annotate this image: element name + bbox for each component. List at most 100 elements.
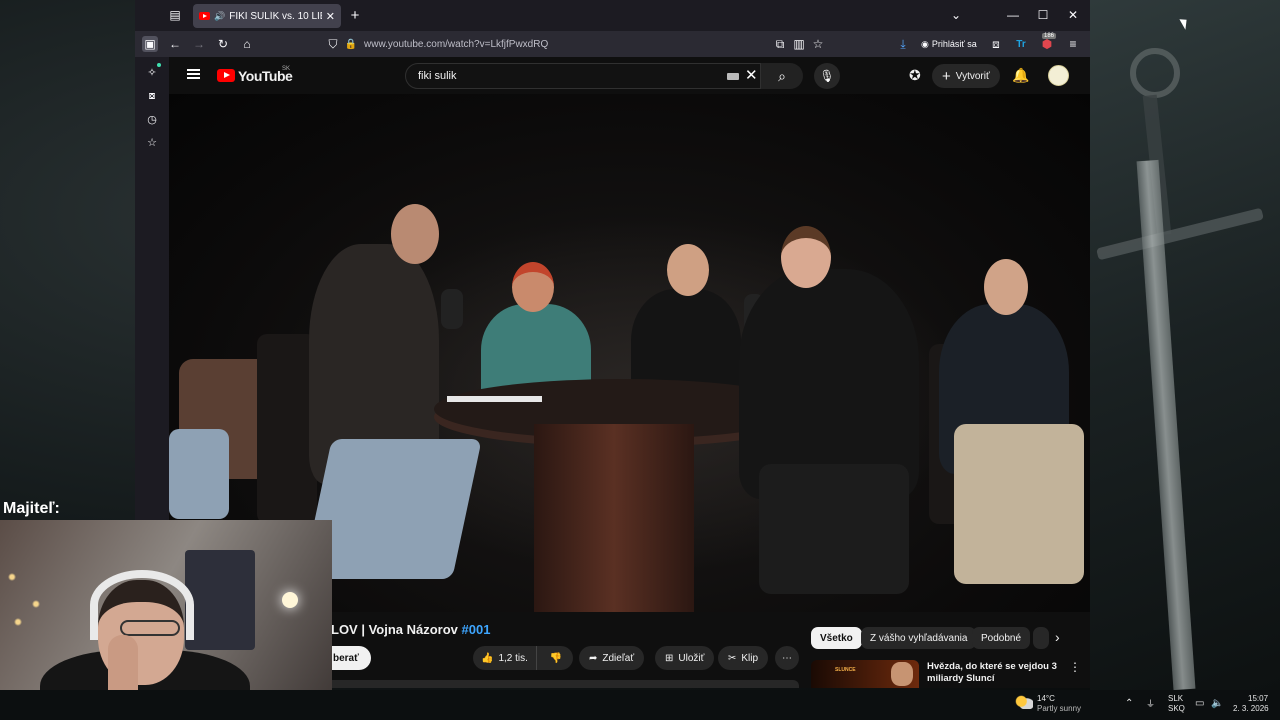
- search-button[interactable]: ⌕: [761, 63, 803, 89]
- guest-glasses-head: [667, 244, 709, 296]
- tab-title: FIKI SULÍK vs. 10 LIBERÁLOV: [229, 10, 322, 22]
- ai-sparkle-icon[interactable]: ✧: [145, 65, 159, 79]
- menu-icon[interactable]: ≡: [1065, 36, 1081, 52]
- new-tab-icon[interactable]: +: [347, 7, 363, 24]
- clock-time[interactable]: 15:07: [1248, 694, 1268, 704]
- search-icon: ⌕: [778, 67, 786, 84]
- network-icon[interactable]: ▭: [1195, 699, 1204, 709]
- guest-far-right-head: [984, 259, 1028, 315]
- like-dislike-group: 👍 1,2 tis. 👎: [473, 646, 573, 670]
- account-icon: ◉: [921, 38, 929, 49]
- clip-label: Klip: [741, 652, 759, 664]
- window-close-button[interactable]: ✕: [1058, 4, 1088, 26]
- chip-overflow[interactable]: [1033, 627, 1049, 649]
- share-button[interactable]: ➦ Zdieľať: [579, 646, 645, 670]
- bell-icon[interactable]: 🔔: [1012, 67, 1029, 84]
- speaker-icon[interactable]: 🔊: [214, 11, 225, 22]
- lang-top[interactable]: SLK: [1168, 694, 1183, 704]
- taskbar: 14°C Partly sunny ⌃ ⏚ SLK SKQ ▭ 🔈 15:07 …: [0, 690, 1280, 720]
- webcam-shelf: [185, 550, 255, 650]
- home-icon[interactable]: ⌂: [239, 36, 255, 52]
- minimize-button[interactable]: —: [998, 4, 1028, 26]
- save-label: Uložiť: [678, 652, 705, 664]
- save-button[interactable]: ⊞ Uložiť: [655, 646, 715, 670]
- url-text: www.youtube.com/watch?v=LkfjfPwxdRQ: [364, 38, 549, 50]
- chevron-right-icon[interactable]: ›: [1055, 629, 1060, 645]
- papers: [447, 396, 542, 402]
- forward-icon[interactable]: →: [191, 36, 207, 52]
- hype-icon[interactable]: ✪: [909, 67, 921, 84]
- guest-opponent-head: [781, 226, 831, 288]
- keyboard-icon[interactable]: [727, 73, 739, 80]
- chip-all-label: Všetko: [820, 632, 853, 644]
- tab-overview-icon[interactable]: ▤: [167, 7, 183, 23]
- subscribe-label: berať: [333, 652, 359, 664]
- recommendation-thumbnail: SLUNCE: [811, 660, 919, 688]
- microphone-left: [441, 289, 463, 329]
- create-label: Vytvoriť: [955, 70, 990, 82]
- video-hashtag[interactable]: #001: [462, 622, 491, 637]
- search-input[interactable]: fiki sulik: [405, 63, 761, 89]
- chip-from-search[interactable]: Z vášho vyhľadávania: [861, 627, 977, 649]
- tab-bar: ▤ 🔊 FIKI SULÍK vs. 10 LIBERÁLOV ✕ + ⌄ — …: [135, 0, 1090, 31]
- youtube-header: YouTube SK fiki sulik ✕ ⌕ 🎙 ✪ + Vytvoriť…: [169, 57, 1090, 94]
- maximize-button[interactable]: ☐: [1028, 4, 1058, 26]
- save-icon: ⊞: [665, 652, 674, 664]
- download-icon[interactable]: ⤓: [895, 36, 911, 52]
- region-code: SK: [282, 66, 291, 72]
- dislike-button[interactable]: 👎: [542, 653, 570, 664]
- sword-pommel: [1130, 48, 1180, 98]
- description-edge: [319, 680, 799, 688]
- history-icon[interactable]: ◷: [145, 112, 159, 126]
- mic-icon[interactable]: 🎙: [814, 63, 840, 89]
- active-tab[interactable]: 🔊 FIKI SULÍK vs. 10 LIBERÁLOV ✕: [193, 4, 341, 28]
- picture-in-picture-icon[interactable]: ⧉: [772, 36, 788, 52]
- guest-red-hair-head: [512, 262, 554, 312]
- owner-label: Majiteľ:: [3, 500, 60, 517]
- video-title: LOV | Vojna Názorov #001: [331, 622, 490, 637]
- clear-search-icon[interactable]: ✕: [745, 66, 758, 84]
- translate-extension-icon[interactable]: Tr: [1013, 36, 1029, 52]
- create-button[interactable]: + Vytvoriť: [932, 64, 1000, 88]
- sign-in-button[interactable]: ◉ Prihlásiť sa: [921, 36, 977, 52]
- sidebar-toggle-icon[interactable]: ▣: [142, 36, 158, 52]
- avatar[interactable]: [1048, 65, 1069, 86]
- back-icon[interactable]: ←: [167, 36, 183, 52]
- bookmarks-icon[interactable]: ☆: [145, 135, 159, 149]
- synced-tabs-icon[interactable]: ⧇: [145, 89, 159, 103]
- sign-in-label: Prihlásiť sa: [931, 39, 977, 49]
- extension-badge: 186: [1042, 33, 1057, 39]
- like-icon: 👍: [481, 652, 494, 664]
- mic-tray-icon[interactable]: ⏚: [1146, 699, 1155, 709]
- notification-dot: [157, 63, 161, 67]
- chip-related[interactable]: Podobné: [972, 627, 1031, 649]
- guest-opponent-legs: [759, 464, 909, 594]
- weather-icon[interactable]: [1015, 695, 1033, 709]
- list-all-tabs-chevron-icon[interactable]: ⌄: [941, 4, 971, 26]
- recommendation-item[interactable]: SLUNCE Hvězda, do které se vejdou 3 mili…: [811, 660, 1081, 688]
- close-icon[interactable]: ✕: [326, 10, 335, 23]
- clock-date[interactable]: 2. 3. 2026: [1233, 704, 1269, 714]
- host-head: [391, 204, 439, 264]
- recommendation-title: Hvězda, do které se vejdou 3 miliardy Sl…: [927, 661, 1057, 684]
- like-count: 1,2 tis.: [498, 652, 528, 664]
- chip-from-search-label: Z vášho vyhľadávania: [870, 632, 968, 644]
- reload-icon[interactable]: ↻: [215, 36, 231, 52]
- tray-overflow-chevron-icon[interactable]: ⌃: [1125, 699, 1133, 709]
- recommendation-more-icon[interactable]: ⋮: [1069, 660, 1081, 674]
- youtube-logo-icon[interactable]: [217, 69, 235, 82]
- lock-icon[interactable]: 🔒: [343, 36, 359, 52]
- more-actions-button[interactable]: ⋯: [775, 646, 799, 670]
- clip-button[interactable]: ✂ Klip: [718, 646, 769, 670]
- shield-icon[interactable]: ⛉: [325, 36, 341, 52]
- volume-icon[interactable]: 🔈: [1211, 699, 1223, 709]
- reader-icon[interactable]: ▥: [791, 36, 807, 52]
- bookmark-star-icon[interactable]: ☆: [810, 36, 826, 52]
- lang-bottom[interactable]: SKQ: [1168, 704, 1185, 714]
- like-button[interactable]: 👍 1,2 tis.: [473, 646, 537, 670]
- video-title-text: LOV | Vojna Názorov: [331, 622, 458, 637]
- chip-all[interactable]: Všetko: [811, 627, 862, 649]
- guest-left-legs: [169, 429, 229, 519]
- extensions-icon[interactable]: ⧈: [988, 36, 1004, 52]
- table-pedestal: [534, 424, 694, 612]
